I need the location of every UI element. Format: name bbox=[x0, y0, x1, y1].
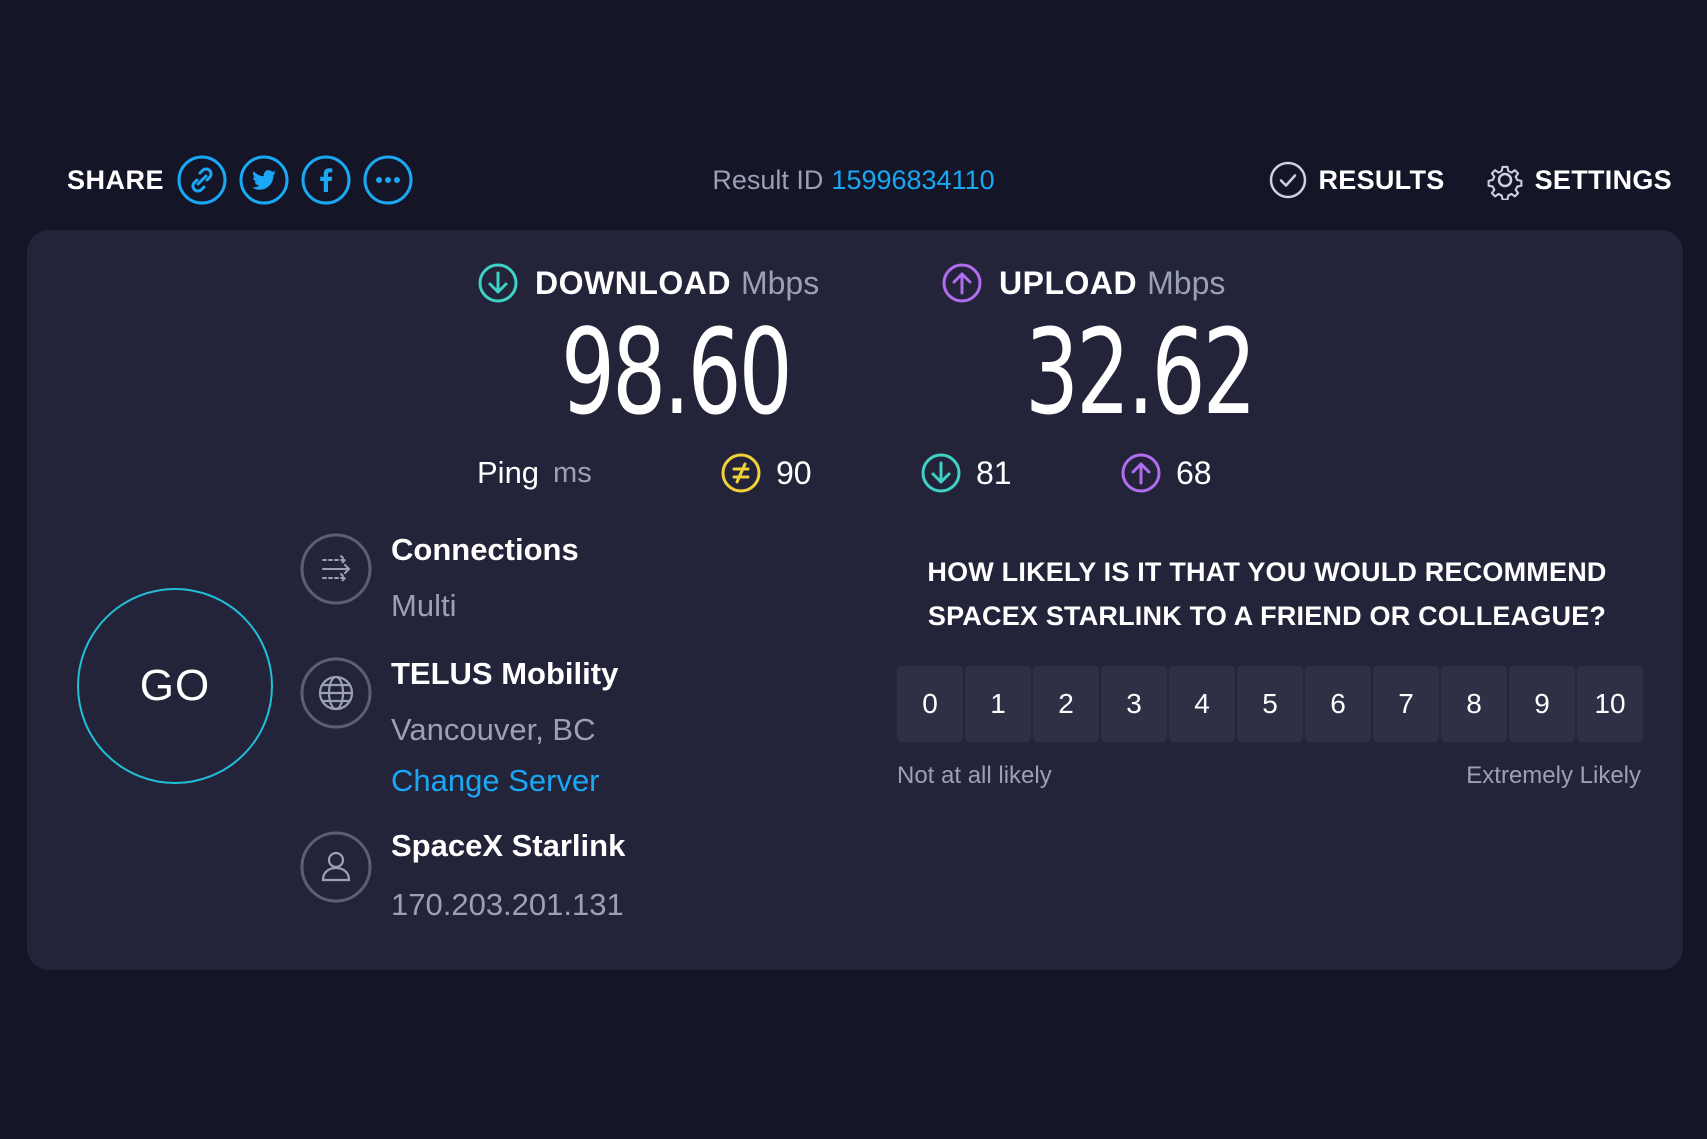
upload-metric: UPLOAD Mbps 32.62 bbox=[941, 260, 1343, 432]
rating-high-label: Extremely Likely bbox=[1466, 762, 1641, 789]
download-arrow-icon bbox=[478, 263, 518, 303]
server-name: TELUS Mobility bbox=[391, 656, 619, 691]
idle-latency-icon bbox=[721, 453, 761, 493]
ping-row: Ping ms 90 81 68 bbox=[477, 450, 1237, 496]
gear-icon bbox=[1487, 165, 1523, 200]
rating-low-label: Not at all likely bbox=[897, 762, 1052, 789]
ping-download: 81 bbox=[920, 450, 1012, 496]
results-label: RESULTS bbox=[1318, 164, 1445, 195]
download-label: DOWNLOAD bbox=[535, 264, 731, 301]
survey-question-line-2: SPACEX STARLINK TO A FRIEND OR COLLEAGUE… bbox=[927, 601, 1607, 631]
server-location: Vancouver, BC bbox=[391, 712, 596, 747]
ping-upload-value: 68 bbox=[1176, 454, 1212, 491]
upload-unit: Mbps bbox=[1147, 264, 1226, 301]
rating-option-8[interactable]: 8 bbox=[1441, 666, 1507, 742]
rating-option-4[interactable]: 4 bbox=[1169, 666, 1235, 742]
result-id-label: Result ID bbox=[712, 165, 824, 195]
ping-unit: ms bbox=[553, 456, 592, 489]
survey-question-line-1: HOW LIKELY IS IT THAT YOU WOULD RECOMMEN… bbox=[927, 557, 1607, 587]
ping-label: Ping bbox=[477, 455, 540, 490]
rating-option-10[interactable]: 10 bbox=[1577, 666, 1643, 742]
result-id-link[interactable]: 15996834110 bbox=[831, 165, 994, 195]
rating-option-7[interactable]: 7 bbox=[1373, 666, 1439, 742]
ping-download-value: 81 bbox=[976, 454, 1012, 491]
rating-option-6[interactable]: 6 bbox=[1305, 666, 1371, 742]
download-metric: DOWNLOAD Mbps 98.60 bbox=[477, 260, 879, 432]
go-button[interactable]: GO bbox=[77, 588, 273, 784]
rating-option-5[interactable]: 5 bbox=[1237, 666, 1303, 742]
download-arrow-icon bbox=[921, 453, 961, 493]
upload-arrow-icon bbox=[942, 263, 982, 303]
recommend-survey: HOW LIKELY IS IT THAT YOU WOULD RECOMMEN… bbox=[897, 550, 1667, 789]
ping-upload: 68 bbox=[1120, 450, 1212, 496]
globe-icon[interactable] bbox=[299, 656, 373, 730]
upload-value: 32.62 bbox=[1025, 303, 1257, 441]
provider-ip: 170.203.201.131 bbox=[391, 887, 624, 922]
rating-option-2[interactable]: 2 bbox=[1033, 666, 1099, 742]
connections-value: Multi bbox=[391, 588, 457, 623]
rating-option-3[interactable]: 3 bbox=[1101, 666, 1167, 742]
rating-scale: 0 1 2 3 4 5 6 7 8 9 10 bbox=[897, 666, 1645, 742]
connections-icon[interactable] bbox=[299, 532, 373, 606]
change-server-link[interactable]: Change Server bbox=[391, 763, 600, 799]
connections-title: Connections bbox=[391, 532, 579, 567]
download-value: 98.60 bbox=[561, 303, 793, 441]
survey-question: HOW LIKELY IS IT THAT YOU WOULD RECOMMEN… bbox=[897, 550, 1637, 638]
go-label: GO bbox=[139, 661, 211, 710]
ping-idle: 90 bbox=[720, 450, 812, 496]
upload-arrow-icon bbox=[1121, 453, 1161, 493]
provider-name: SpaceX Starlink bbox=[391, 828, 626, 863]
results-button[interactable]: RESULTS bbox=[1268, 160, 1444, 200]
settings-button[interactable]: SETTINGS bbox=[1485, 160, 1672, 200]
rating-option-0[interactable]: 0 bbox=[897, 666, 963, 742]
results-panel: DOWNLOAD Mbps 98.60 UPLOAD Mbps 32.62 Pi… bbox=[27, 230, 1683, 970]
upload-label: UPLOAD bbox=[999, 264, 1138, 301]
rating-option-1[interactable]: 1 bbox=[965, 666, 1031, 742]
check-circle-icon bbox=[1270, 161, 1307, 199]
ping-idle-value: 90 bbox=[776, 454, 812, 491]
user-icon bbox=[300, 831, 372, 903]
settings-label: SETTINGS bbox=[1534, 164, 1672, 195]
download-unit: Mbps bbox=[740, 264, 820, 301]
top-bar: SHARE Result ID 15996834110 RESULTS SETT… bbox=[0, 150, 1707, 210]
rating-option-9[interactable]: 9 bbox=[1509, 666, 1575, 742]
top-nav: RESULTS SETTINGS bbox=[1228, 150, 1672, 210]
